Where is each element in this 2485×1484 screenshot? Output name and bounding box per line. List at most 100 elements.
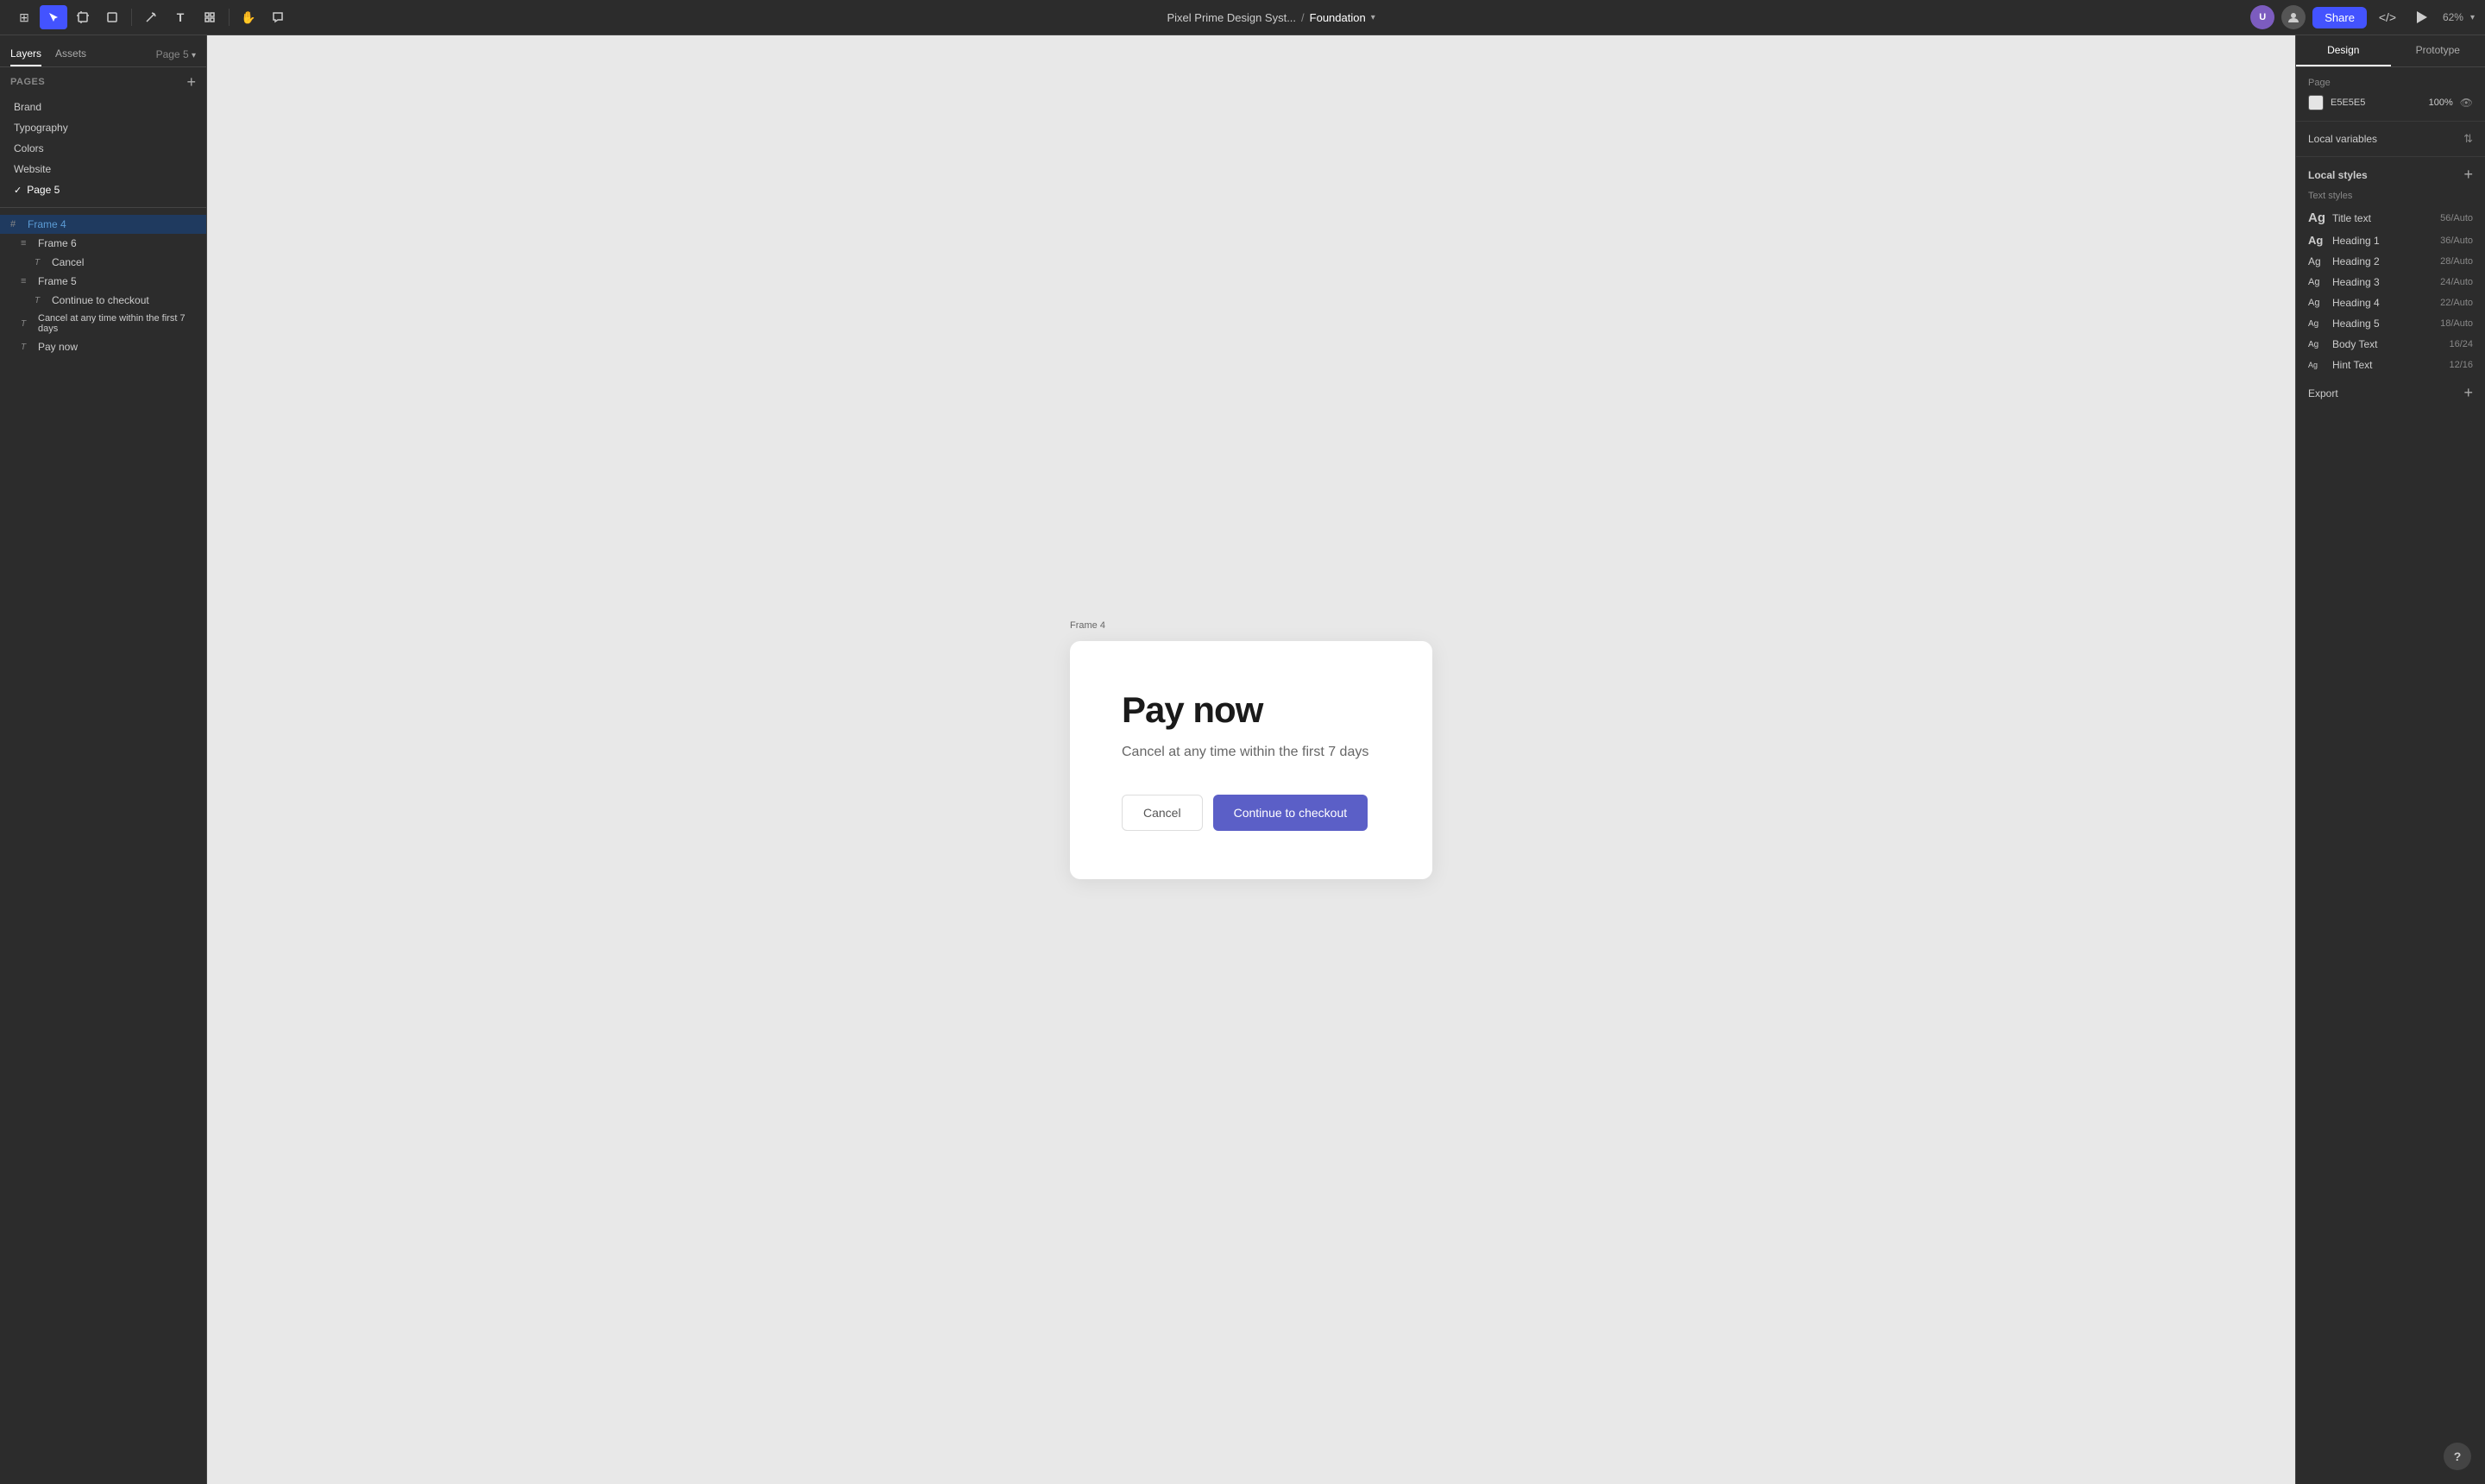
style-size-body: 16/24 [2449,339,2473,349]
pen-tool-button[interactable] [137,5,165,29]
layer-cancel-text[interactable]: T Cancel [0,253,206,272]
tab-design[interactable]: Design [2296,35,2391,66]
page-color-value[interactable]: E5E5E5 [2331,97,2422,108]
page-name-chevron[interactable]: ▾ [1371,13,1375,22]
page-color-row: E5E5E5 100% 👁 [2308,95,2473,110]
local-variables-section: Local variables ⇅ [2296,122,2485,157]
main-menu-button[interactable]: ⊞ [10,5,38,29]
topbar-right: U Share </> 62% ▾ [2250,5,2475,29]
help-button[interactable]: ? [2444,1443,2471,1470]
style-name-h5: Heading 5 [2332,318,2433,330]
right-sidebar: Design Prototype Page E5E5E5 100% 👁 Loca… [2295,35,2485,1484]
play-button[interactable] [2408,5,2436,29]
style-size-title: 56/Auto [2440,213,2473,223]
visibility-icon[interactable]: 👁 [2460,97,2473,109]
ag-icon-h3: Ag [2308,277,2325,287]
ag-icon-h1: Ag [2308,234,2325,247]
left-sidebar: Layers Assets Page 5 ▾ Pages + Brand Typ… [0,35,207,1484]
main-layout: Layers Assets Page 5 ▾ Pages + Brand Typ… [0,35,2485,1484]
text-style-heading2[interactable]: Ag Heading 2 28/Auto [2296,251,2485,272]
sliders-icon[interactable]: ⇅ [2463,132,2473,146]
style-name-h1: Heading 1 [2332,235,2433,247]
text-style-heading1[interactable]: Ag Heading 1 36/Auto [2296,230,2485,251]
layer-frame4[interactable]: # Frame 4 [0,215,206,234]
topbar-left: ⊞ T ✋ [10,5,292,29]
text-style-heading3[interactable]: Ag Heading 3 24/Auto [2296,272,2485,292]
zoom-level[interactable]: 62% [2443,11,2463,23]
page-color-swatch[interactable] [2308,95,2324,110]
project-name: Pixel Prime Design Syst... [1167,11,1296,24]
style-name-body: Body Text [2332,338,2442,350]
canvas-content: Frame 4 Pay now Cancel at any time withi… [1070,641,1432,879]
right-tabs: Design Prototype [2296,35,2485,67]
code-view-button[interactable]: </> [2374,5,2401,29]
page-opacity-value[interactable]: 100% [2429,97,2453,108]
move-tool-button[interactable] [40,5,67,29]
canvas: Frame 4 Pay now Cancel at any time withi… [207,35,2295,1484]
pages-label: Pages [10,77,45,87]
page-section-title: Page [2308,78,2473,88]
tab-assets[interactable]: Assets [55,42,86,66]
text-style-body[interactable]: Ag Body Text 16/24 [2296,334,2485,355]
page-item-page5[interactable]: ✓ Page 5 [7,179,199,200]
export-section: Export + [2296,375,2485,411]
export-row: Export + [2308,384,2473,402]
text-style-heading4[interactable]: Ag Heading 4 22/Auto [2296,292,2485,313]
style-size-h1: 36/Auto [2440,236,2473,246]
text-icon-2: T [35,296,47,305]
text-style-title-text[interactable]: Ag Title text 56/Auto [2296,206,2485,230]
checkout-button[interactable]: Continue to checkout [1213,795,1368,831]
text-icon-3: T [21,319,33,329]
component-icon-2: ≡ [21,276,33,286]
page-item-website[interactable]: Website [7,159,199,179]
local-variables-label: Local variables [2308,133,2377,145]
tab-layers[interactable]: Layers [10,42,41,66]
layer-frame5[interactable]: ≡ Frame 5 [0,272,206,291]
component-icon: ≡ [21,238,33,248]
layer-checkout-text[interactable]: T Continue to checkout [0,291,206,310]
card-title: Pay now [1122,689,1381,731]
zoom-chevron[interactable]: ▾ [2470,13,2475,22]
text-icon: T [35,258,47,267]
page-panel-section: Page E5E5E5 100% 👁 [2296,67,2485,122]
layer-frame6[interactable]: ≡ Frame 6 [0,234,206,253]
design-card: Pay now Cancel at any time within the fi… [1070,641,1432,879]
text-style-hint[interactable]: Ag Hint Text 12/16 [2296,355,2485,375]
hand-tool-button[interactable]: ✋ [235,5,262,29]
page-item-colors[interactable]: Colors [7,138,199,159]
style-name-h4: Heading 4 [2332,297,2433,309]
text-style-heading5[interactable]: Ag Heading 5 18/Auto [2296,313,2485,334]
style-size-h4: 22/Auto [2440,298,2473,308]
topbar-center: Pixel Prime Design Syst... / Foundation … [1167,11,1375,24]
page-indicator[interactable]: Page 5 ▾ [156,48,196,60]
page-item-typography[interactable]: Typography [7,117,199,138]
shape-tool-button[interactable] [98,5,126,29]
ag-icon-h2: Ag [2308,255,2325,267]
pages-list: Brand Typography Colors Website ✓ Page 5 [0,97,206,207]
export-add-button[interactable]: + [2463,384,2473,402]
ag-icon-body: Ag [2308,340,2325,349]
add-page-button[interactable]: + [186,74,196,90]
text-icon-4: T [21,343,33,352]
ag-icon-title: Ag [2308,211,2325,225]
layer-title-text[interactable]: T Pay now [0,337,206,356]
text-styles-section: Text styles Ag Title text 56/Auto Ag Hea… [2296,187,2485,375]
breadcrumb-separator: / [1301,11,1305,24]
comment-tool-button[interactable] [264,5,292,29]
cancel-button[interactable]: Cancel [1122,795,1203,831]
card-subtitle: Cancel at any time within the first 7 da… [1122,745,1381,760]
frame-tool-button[interactable] [69,5,97,29]
style-size-h2: 28/Auto [2440,256,2473,267]
text-tool-button[interactable]: T [167,5,194,29]
text-styles-label: Text styles [2296,187,2485,206]
layer-subtitle-text[interactable]: T Cancel at any time within the first 7 … [0,310,206,337]
local-vars-row: Local variables ⇅ [2308,132,2473,146]
share-button[interactable]: Share [2312,7,2367,28]
component-tool-button[interactable] [196,5,223,29]
local-styles-add-button[interactable]: + [2463,166,2473,184]
local-styles-label: Local styles [2308,169,2368,181]
tab-prototype[interactable]: Prototype [2391,35,2485,66]
page-item-brand[interactable]: Brand [7,97,199,117]
style-size-h3: 24/Auto [2440,277,2473,287]
topbar: ⊞ T ✋ Pixel Prime Des [0,0,2485,35]
